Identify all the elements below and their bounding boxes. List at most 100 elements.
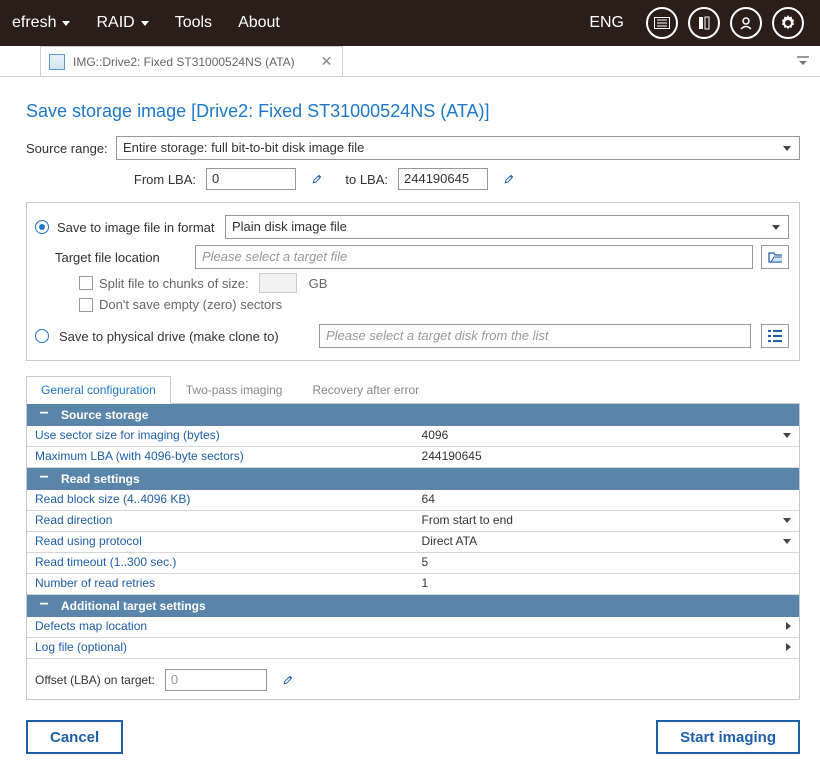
save-to-physical-radio[interactable] xyxy=(35,329,49,343)
image-format-select[interactable]: Plain disk image file xyxy=(225,215,789,239)
save-to-file-label: Save to image file in format xyxy=(57,220,217,235)
tab-recovery-after-error[interactable]: Recovery after error xyxy=(297,376,434,404)
setting-value: 244190645 xyxy=(414,447,799,467)
list-icon xyxy=(768,330,782,342)
menu-tools[interactable]: Tools xyxy=(163,0,224,46)
image-format-value: Plain disk image file xyxy=(232,219,347,234)
table-row[interactable]: Maximum LBA (with 4096-byte sectors)2441… xyxy=(27,447,799,468)
target-file-row: Target file location Please select a tar… xyxy=(55,245,789,269)
dialog-buttons: Cancel Start imaging xyxy=(26,720,800,754)
menu-refresh[interactable]: efresh xyxy=(0,0,82,46)
setting-value[interactable] xyxy=(414,638,799,658)
setting-value[interactable]: 5 xyxy=(414,553,799,573)
offset-row: Offset (LBA) on target: 0 xyxy=(35,669,799,691)
setting-value[interactable]: 1 xyxy=(414,574,799,594)
from-lba-input[interactable]: 0 xyxy=(206,168,296,190)
section-source-storage-header[interactable]: −Source storage xyxy=(27,404,799,426)
skip-empty-row: Don't save empty (zero) sectors xyxy=(79,297,789,312)
config-tabs: General configuration Two-pass imaging R… xyxy=(26,375,800,404)
skip-empty-checkbox[interactable] xyxy=(79,298,93,312)
user-icon[interactable] xyxy=(730,7,762,39)
menu-raid[interactable]: RAID xyxy=(84,0,160,46)
setting-value[interactable] xyxy=(414,617,799,637)
menu-label: About xyxy=(238,14,280,32)
offset-edit-button[interactable] xyxy=(277,669,299,691)
table-row[interactable]: Read directionFrom start to end xyxy=(27,511,799,532)
columns-icon[interactable] xyxy=(688,7,720,39)
cancel-button[interactable]: Cancel xyxy=(26,720,123,754)
close-icon[interactable]: ✕ xyxy=(321,53,333,70)
section-title: Source storage xyxy=(61,408,148,422)
target-file-label: Target file location xyxy=(55,250,187,265)
table-row[interactable]: Read block size (4..4096 KB)64 xyxy=(27,490,799,511)
save-to-physical-label: Save to physical drive (make clone to) xyxy=(59,329,309,344)
menu-label: Tools xyxy=(175,14,212,32)
section-read-settings-header[interactable]: −Read settings xyxy=(27,468,799,490)
save-to-physical-row: Save to physical drive (make clone to) P… xyxy=(35,324,789,348)
setting-label: Maximum LBA (with 4096-byte sectors) xyxy=(27,447,414,467)
split-chunks-checkbox[interactable] xyxy=(79,276,93,290)
collapse-icon: − xyxy=(37,472,51,486)
setting-label: Read direction xyxy=(27,511,414,531)
table-row[interactable]: Defects map location xyxy=(27,617,799,638)
to-lba-label: to LBA: xyxy=(338,172,388,187)
physical-target-input[interactable]: Please select a target disk from the lis… xyxy=(319,324,751,348)
source-range-select[interactable]: Entire storage: full bit-to-bit disk ima… xyxy=(116,136,800,160)
table-row[interactable]: Use sector size for imaging (bytes)4096 xyxy=(27,426,799,447)
skip-empty-label: Don't save empty (zero) sectors xyxy=(99,297,282,312)
chevron-down-icon xyxy=(141,21,149,26)
table-row[interactable]: Read using protocolDirect ATA xyxy=(27,532,799,553)
chunk-size-input[interactable] xyxy=(259,273,297,293)
browse-folder-button[interactable] xyxy=(761,245,789,269)
offset-input[interactable]: 0 xyxy=(165,669,267,691)
tab-two-pass-imaging[interactable]: Two-pass imaging xyxy=(171,376,298,404)
chevron-down-icon xyxy=(62,21,70,26)
language-selector[interactable]: ENG xyxy=(573,0,640,46)
setting-label: Defects map location xyxy=(27,617,414,637)
setting-value[interactable]: From start to end xyxy=(414,511,799,531)
split-chunks-label: Split file to chunks of size: xyxy=(99,276,249,291)
workspace: IMG::Drive2: Fixed ST31000524NS (ATA) ✕ … xyxy=(0,46,820,742)
menu-label: RAID xyxy=(96,14,134,32)
document-tabstrip: IMG::Drive2: Fixed ST31000524NS (ATA) ✕ xyxy=(0,46,820,77)
from-lba-edit-button[interactable] xyxy=(306,168,328,190)
document-tab[interactable]: IMG::Drive2: Fixed ST31000524NS (ATA) ✕ xyxy=(40,46,343,76)
language-label: ENG xyxy=(589,14,624,32)
table-row[interactable]: Log file (optional) xyxy=(27,638,799,659)
to-lba-input[interactable]: 244190645 xyxy=(398,168,488,190)
setting-value[interactable]: 4096 xyxy=(414,426,799,446)
chunk-unit: GB xyxy=(309,276,328,291)
setting-label: Use sector size for imaging (bytes) xyxy=(27,426,414,446)
setting-value[interactable]: 64 xyxy=(414,490,799,510)
offset-label: Offset (LBA) on target: xyxy=(35,673,155,687)
to-lba-edit-button[interactable] xyxy=(498,168,520,190)
setting-label: Read block size (4..4096 KB) xyxy=(27,490,414,510)
start-imaging-button[interactable]: Start imaging xyxy=(656,720,800,754)
table-row[interactable]: Read timeout (1..300 sec.)5 xyxy=(27,553,799,574)
disk-image-icon xyxy=(49,54,65,70)
view-icon[interactable] xyxy=(646,7,678,39)
setting-label: Log file (optional) xyxy=(27,638,414,658)
tab-general-configuration[interactable]: General configuration xyxy=(26,376,171,404)
section-additional-target-header[interactable]: −Additional target settings xyxy=(27,595,799,617)
setting-value[interactable]: Direct ATA xyxy=(414,532,799,552)
setting-label: Read using protocol xyxy=(27,532,414,552)
table-row[interactable]: Number of read retries1 xyxy=(27,574,799,595)
section-title: Read settings xyxy=(61,472,140,486)
from-lba-label: From LBA: xyxy=(126,172,196,187)
tab-title: IMG::Drive2: Fixed ST31000524NS (ATA) xyxy=(73,55,295,69)
page-body: Save storage image [Drive2: Fixed ST3100… xyxy=(0,77,820,770)
save-to-file-radio[interactable] xyxy=(35,220,49,234)
config-grid: −Source storage Use sector size for imag… xyxy=(26,404,800,700)
page-title: Save storage image [Drive2: Fixed ST3100… xyxy=(26,101,800,122)
menu-label: efresh xyxy=(12,14,56,32)
save-to-file-radio-row: Save to image file in format Plain disk … xyxy=(35,215,789,239)
target-file-input[interactable]: Please select a target file xyxy=(195,245,753,269)
tabstrip-overflow-icon[interactable] xyxy=(792,50,814,73)
source-range-label: Source range: xyxy=(26,141,116,156)
gear-icon[interactable] xyxy=(772,7,804,39)
target-panel: Save to image file in format Plain disk … xyxy=(26,202,800,361)
collapse-icon: − xyxy=(37,599,51,613)
list-drives-button[interactable] xyxy=(761,324,789,348)
menu-about[interactable]: About xyxy=(226,0,292,46)
